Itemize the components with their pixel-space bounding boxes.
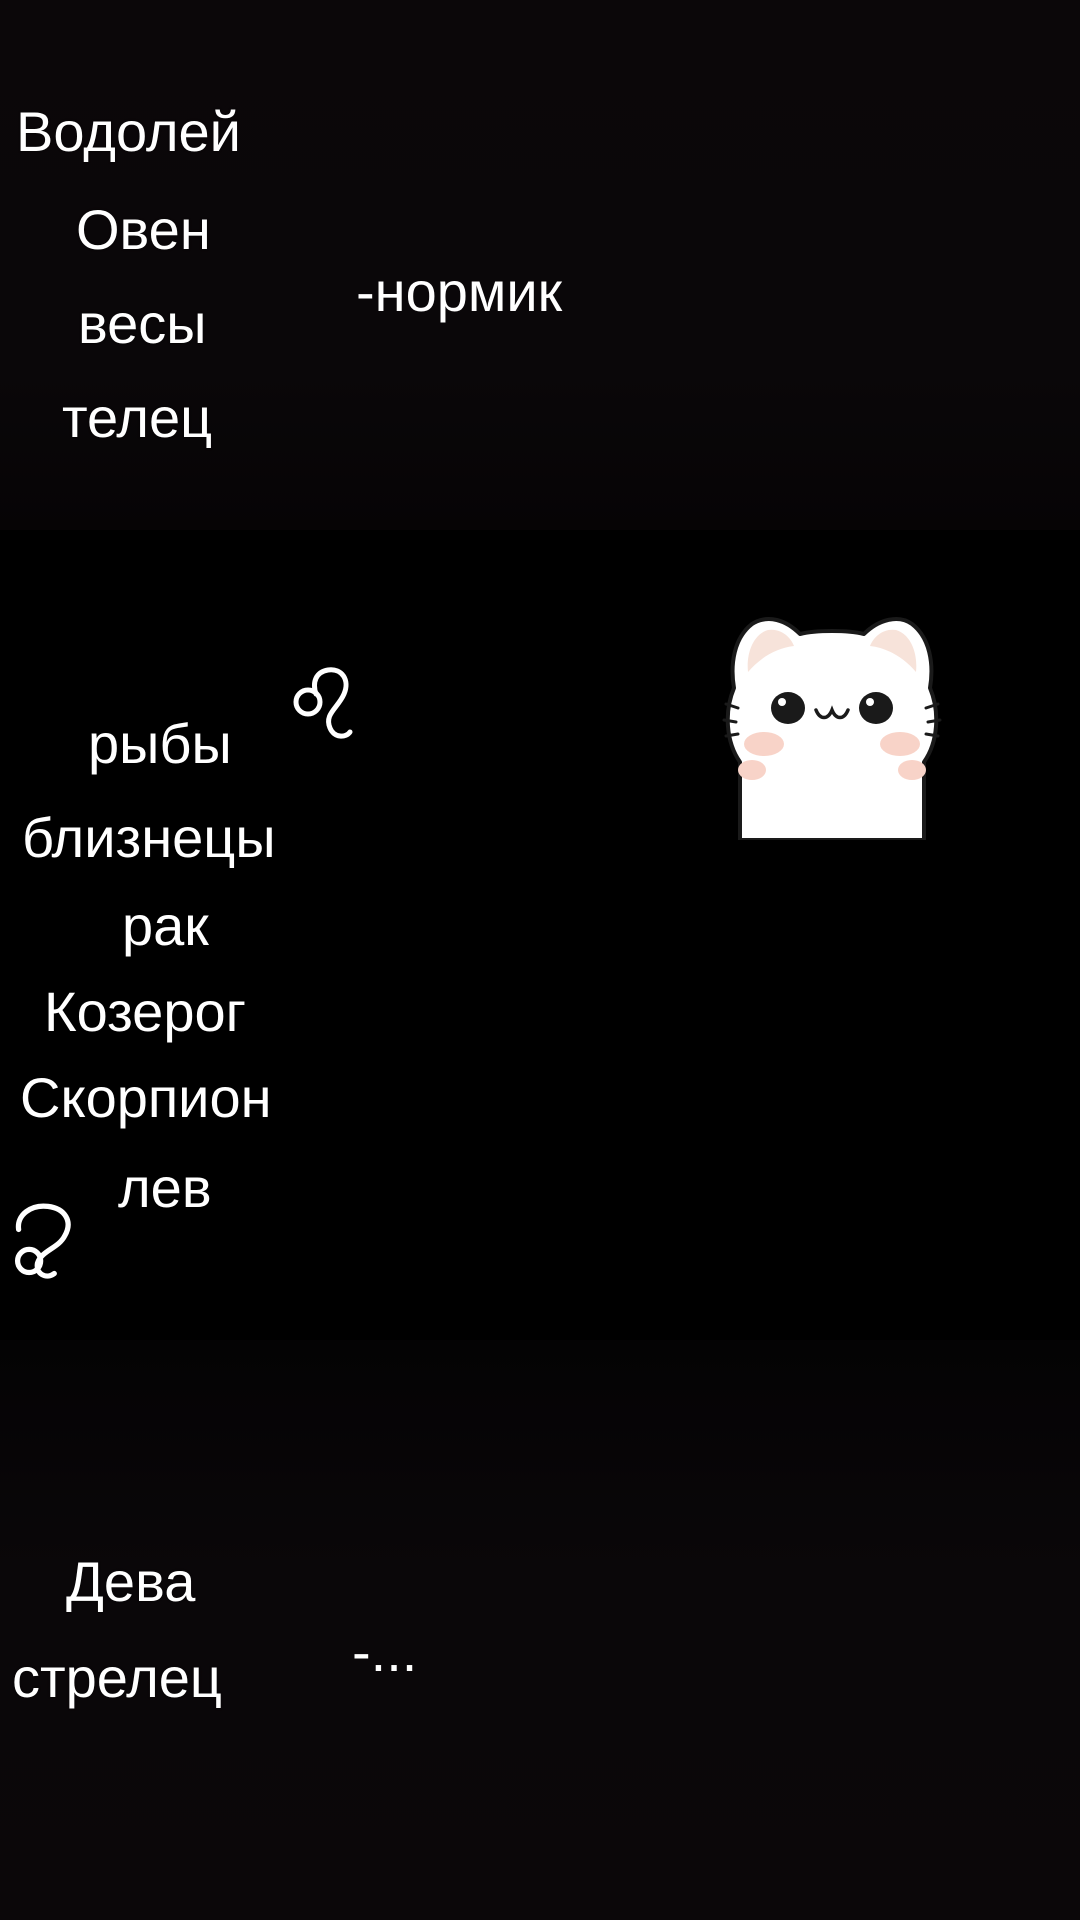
sign-vodoley: Водолей [16,100,241,163]
sign-telets: телец [62,386,213,449]
sign-deva: Дева [66,1550,196,1613]
sign-lev: лев [118,1156,212,1219]
sign-ryby: рыбы [88,712,232,775]
cat-sticker-icon [722,617,942,840]
sign-rak: рак [122,894,209,957]
sign-kozerog: Козерог [44,980,247,1043]
verdict-normik: -нормик [356,260,563,323]
bottom-background-band [0,1340,1080,1920]
leo-zodiac-icon [14,1203,71,1279]
leo-zodiac-icon [293,667,353,739]
sign-strelets: стрелец [12,1646,222,1709]
verdict-ellipsis: -... [352,1620,418,1683]
sign-vesy: весы [78,292,207,355]
screen: Водолей Овен весы телец -нормик рыбы бли… [0,0,1080,1920]
sign-bliznetsy: близнецы [22,806,276,869]
sign-oven: Овен [76,198,211,261]
sign-skorpion: Скорпион [20,1066,272,1129]
